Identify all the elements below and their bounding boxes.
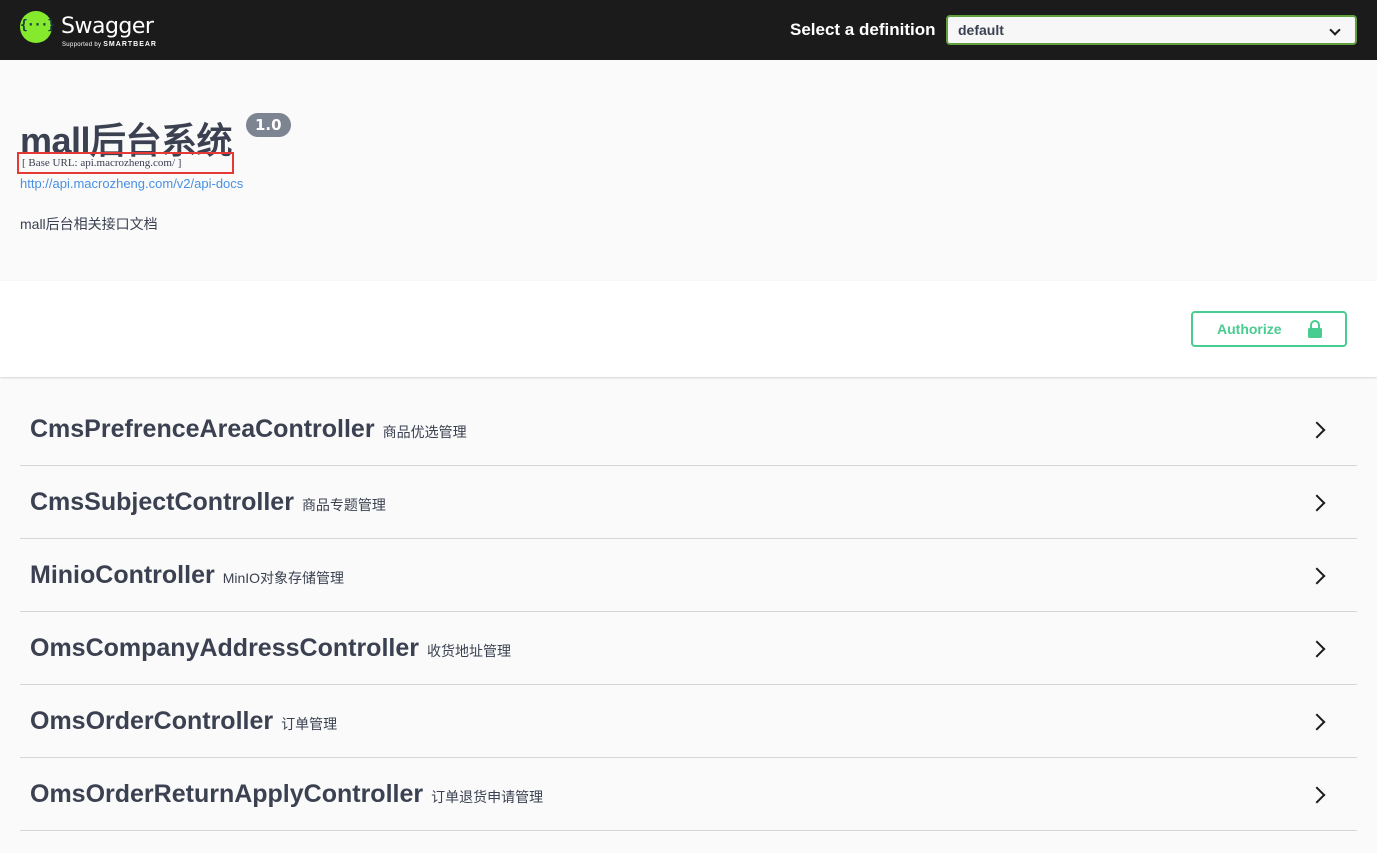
tag-list: CmsPrefrenceAreaController 商品优选管理 CmsSubj… xyxy=(20,393,1357,831)
definition-label: Select a definition xyxy=(790,20,936,39)
tag-section[interactable]: OmsCompanyAddressController 收货地址管理 xyxy=(20,612,1357,685)
logo-tagline-brand: SMARTBEAR xyxy=(103,41,157,48)
tag-section[interactable]: MinioController MinIO对象存储管理 xyxy=(20,539,1357,612)
authorize-button-label: Authorize xyxy=(1217,321,1282,337)
logo-tagline-prefix: Supported by xyxy=(62,42,102,48)
tag-description: MinIO对象存储管理 xyxy=(222,570,345,586)
chevron-right-icon xyxy=(1308,786,1326,804)
tag-section[interactable]: CmsSubjectController 商品专题管理 xyxy=(20,466,1357,539)
chevron-down-icon xyxy=(1329,24,1341,36)
tag-title: OmsOrderReturnApplyController xyxy=(30,780,424,808)
tag-section[interactable]: OmsOrderReturnApplyController 订单退货申请管理 xyxy=(20,758,1357,831)
scheme-container: Authorize xyxy=(0,281,1377,377)
definition-select[interactable]: default xyxy=(946,15,1357,45)
tag-title: CmsPrefrenceAreaController xyxy=(30,415,375,443)
lock-icon xyxy=(1308,320,1322,338)
chevron-right-icon xyxy=(1308,567,1326,585)
tag-description: 收货地址管理 xyxy=(426,643,511,659)
tag-name: MinioController MinIO对象存储管理 xyxy=(30,561,344,590)
tag-description: 订单管理 xyxy=(281,716,338,732)
tag-name: OmsOrderController 订单管理 xyxy=(30,707,337,736)
base-url: [ Base URL: api.macrozheng.com/ ] xyxy=(17,152,234,174)
version-badge: 1.0 xyxy=(246,113,291,137)
tag-description: 商品优选管理 xyxy=(382,424,467,440)
logo-tagline: Supported by SMARTBEAR xyxy=(62,41,157,48)
tag-name: OmsCompanyAddressController 收货地址管理 xyxy=(30,634,511,663)
tag-title: MinioController xyxy=(30,561,215,589)
api-description: mall后台相关接口文档 xyxy=(20,216,158,232)
top-bar: {···} Swagger Supported by SMARTBEAR Sel… xyxy=(0,0,1377,60)
swagger-logo-icon: {···} xyxy=(20,11,55,43)
chevron-right-icon xyxy=(1308,713,1326,731)
tag-description: 商品专题管理 xyxy=(301,497,386,513)
tag-section[interactable]: OmsOrderController 订单管理 xyxy=(20,685,1357,758)
tag-title: CmsSubjectController xyxy=(30,488,294,516)
chevron-right-icon xyxy=(1308,421,1326,439)
tag-name: CmsPrefrenceAreaController 商品优选管理 xyxy=(30,415,467,444)
api-docs-link[interactable]: http://api.macrozheng.com/v2/api-docs xyxy=(20,176,243,191)
chevron-right-icon xyxy=(1308,494,1326,512)
authorize-button[interactable]: Authorize xyxy=(1191,311,1347,347)
definition-select-value: default xyxy=(958,22,1004,38)
logo-name: Swagger xyxy=(61,14,154,39)
tag-description: 订单退货申请管理 xyxy=(431,789,544,805)
tag-name: CmsSubjectController 商品专题管理 xyxy=(30,488,386,517)
chevron-right-icon xyxy=(1308,640,1326,658)
tag-section[interactable]: CmsPrefrenceAreaController 商品优选管理 xyxy=(20,393,1357,466)
tag-name: OmsOrderReturnApplyController 订单退货申请管理 xyxy=(30,780,543,809)
tag-title: OmsCompanyAddressController xyxy=(30,634,419,662)
tag-title: OmsOrderController xyxy=(30,707,274,735)
